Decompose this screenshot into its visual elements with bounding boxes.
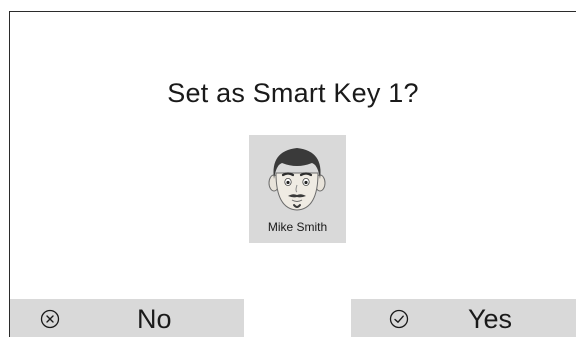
no-button-label: No xyxy=(137,304,172,334)
no-button[interactable]: No xyxy=(10,299,244,337)
profile-card: Mike Smith xyxy=(249,135,346,243)
dialog-title: Set as Smart Key 1? xyxy=(167,78,419,108)
yes-button[interactable]: Yes xyxy=(351,299,576,337)
profile-name: Mike Smith xyxy=(267,220,328,234)
avatar-icon xyxy=(268,148,326,211)
circle-check-icon xyxy=(389,309,409,329)
smart-key-dialog: Set as Smart Key 1? Mike Smith No Yes xyxy=(9,11,576,337)
yes-button-label: Yes xyxy=(468,304,513,334)
circle-x-icon xyxy=(40,309,60,329)
